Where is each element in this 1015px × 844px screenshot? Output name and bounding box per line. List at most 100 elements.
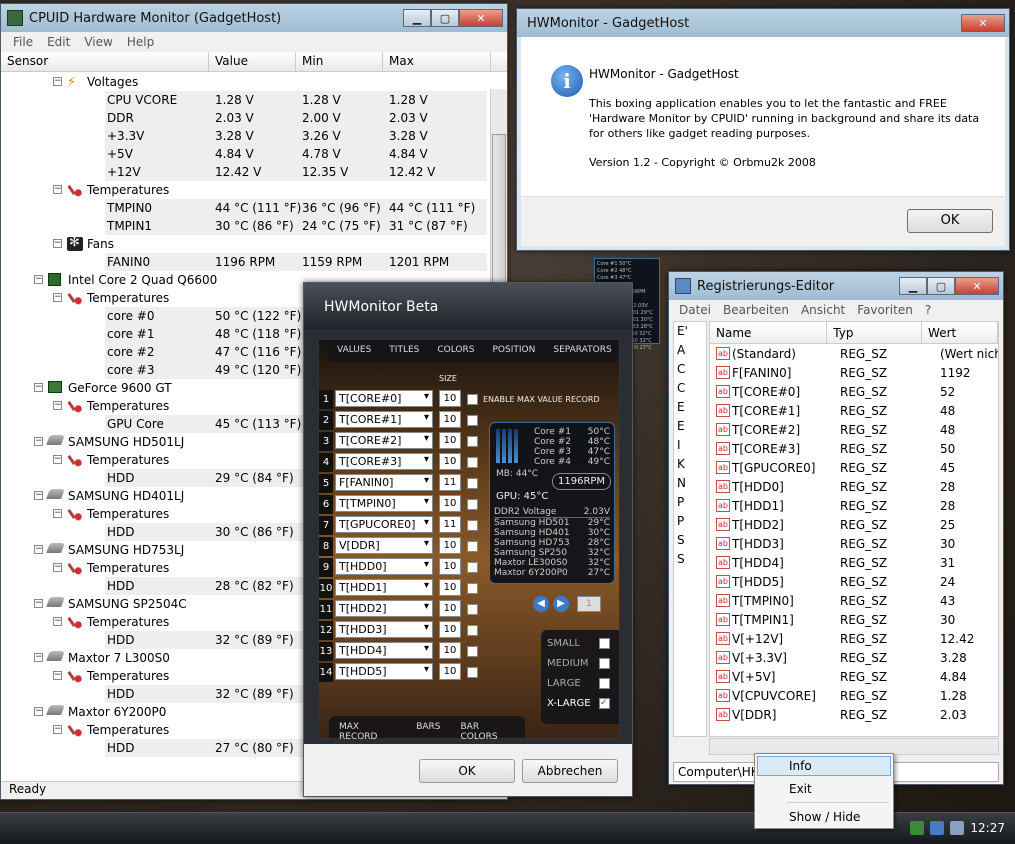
collapse-toggle-icon[interactable]: −: [53, 563, 62, 572]
sensor-select[interactable]: F[FANIN0]: [335, 474, 433, 491]
registry-value-row[interactable]: ab T[GPUCORE0] REG_SZ 45: [710, 458, 955, 477]
reg-tree-item[interactable]: A: [677, 343, 685, 357]
registry-value-row[interactable]: ab V[+12V] REG_SZ 12.42: [710, 629, 974, 648]
row-checkbox[interactable]: [467, 478, 478, 489]
sensor-row[interactable]: TMPIN0 44 °C (111 °F) 36 °C (96 °F) 44 °C (…: [1, 199, 491, 217]
prev-arrow-icon[interactable]: ◀: [533, 596, 549, 612]
size-field[interactable]: 10: [439, 495, 461, 512]
collapse-toggle-icon[interactable]: −: [53, 509, 62, 518]
registry-value-row[interactable]: ab T[CORE#1] REG_SZ 48: [710, 401, 955, 420]
reg-close-button[interactable]: ✕: [955, 277, 999, 295]
registry-value-row[interactable]: ab T[CORE#2] REG_SZ 48: [710, 420, 955, 439]
sensor-select[interactable]: T[HDD4]: [335, 642, 433, 659]
collapse-toggle-icon[interactable]: −: [34, 599, 43, 608]
reg-col-value[interactable]: Wert: [922, 322, 998, 343]
reg-tree-item[interactable]: P: [677, 514, 684, 528]
sensor-select[interactable]: T[GPUCORE0]: [335, 516, 433, 533]
size-option-checkbox[interactable]: ✓: [599, 698, 610, 709]
registry-value-row[interactable]: ab V[CPUVCORE] REG_SZ 1.28: [710, 686, 967, 705]
size-field[interactable]: 10: [439, 453, 461, 470]
size-field[interactable]: 10: [439, 411, 461, 428]
registry-value-row[interactable]: ab V[+5V] REG_SZ 4.84: [710, 667, 967, 686]
row-checkbox[interactable]: [467, 604, 478, 615]
size-field[interactable]: 10: [439, 642, 461, 659]
sensor-select[interactable]: V[DDR]: [335, 537, 433, 554]
col-min[interactable]: Min: [296, 52, 383, 71]
beta-tab[interactable]: POSITION: [493, 345, 536, 357]
registry-value-row[interactable]: ab V[DDR] REG_SZ 2.03: [710, 705, 967, 724]
collapse-toggle-icon[interactable]: −: [34, 437, 43, 446]
reg-tree-item[interactable]: I: [677, 438, 681, 452]
registry-tree-pane[interactable]: E' A C C E E I K N P P S S: [673, 321, 707, 737]
close-button[interactable]: ✕: [459, 9, 503, 27]
sensor-select[interactable]: T[HDD3]: [335, 621, 433, 638]
registry-value-row[interactable]: ab T[CORE#3] REG_SZ 50: [710, 439, 955, 458]
reg-tree-item[interactable]: N: [677, 476, 686, 490]
tray-network-icon[interactable]: [930, 821, 945, 835]
size-option-checkbox[interactable]: [599, 678, 610, 689]
sensor-row[interactable]: TMPIN1 30 °C (86 °F) 24 °C (75 °F) 31 °C (8…: [1, 217, 491, 235]
about-close-button[interactable]: ✕: [961, 14, 1005, 32]
collapse-toggle-icon[interactable]: −: [53, 725, 62, 734]
tray-volume-icon[interactable]: [950, 821, 965, 835]
reg-minimize-button[interactable]: ▁: [899, 277, 927, 295]
row-checkbox[interactable]: [467, 415, 478, 426]
registry-value-row[interactable]: ab T[HDD5] REG_SZ 24: [710, 572, 955, 591]
collapse-toggle-icon[interactable]: −: [53, 401, 62, 410]
registry-value-row[interactable]: ab F[FANIN0] REG_SZ 1192: [710, 363, 971, 382]
next-arrow-icon[interactable]: ▶: [553, 596, 569, 612]
menu-edit[interactable]: Edit: [47, 35, 70, 49]
menu-item-show-hide[interactable]: Show / Hide: [789, 810, 860, 824]
sensor-select[interactable]: T[CORE#0]: [335, 390, 433, 407]
menu-view[interactable]: View: [84, 35, 112, 49]
reg-col-name[interactable]: Name: [710, 322, 828, 343]
collapse-toggle-icon[interactable]: −: [34, 491, 43, 500]
collapse-toggle-icon[interactable]: −: [34, 383, 43, 392]
beta-bottom-tab[interactable]: BARS: [416, 722, 440, 732]
minimize-button[interactable]: ▁: [403, 9, 431, 27]
size-field[interactable]: 10: [439, 621, 461, 638]
size-field[interactable]: 10: [439, 579, 461, 596]
registry-value-row[interactable]: ab T[HDD2] REG_SZ 25: [710, 515, 955, 534]
registry-value-row[interactable]: ab T[HDD0] REG_SZ 28: [710, 477, 955, 496]
collapse-toggle-icon[interactable]: −: [34, 707, 43, 716]
registry-value-row[interactable]: ab T[HDD4] REG_SZ 31: [710, 553, 955, 572]
row-checkbox[interactable]: [467, 394, 478, 405]
beta-tab[interactable]: TITLES: [389, 345, 419, 357]
row-checkbox[interactable]: [467, 562, 478, 573]
size-field[interactable]: 10: [439, 600, 461, 617]
tree-group-row[interactable]: − Fans: [1, 235, 491, 253]
registry-value-row[interactable]: ab V[+3.3V] REG_SZ 3.28: [710, 648, 967, 667]
sensor-row[interactable]: +12V 12.42 V 12.35 V 12.42 V: [1, 163, 491, 181]
collapse-toggle-icon[interactable]: −: [53, 671, 62, 680]
reg-menu-item[interactable]: Datei: [679, 303, 711, 317]
size-field[interactable]: 10: [439, 537, 461, 554]
registry-value-row[interactable]: ab T[TMPIN0] REG_SZ 43: [710, 591, 955, 610]
about-titlebar[interactable]: HWMonitor - GadgetHost ✕: [517, 9, 1009, 37]
reg-tree-item[interactable]: S: [677, 533, 685, 547]
row-checkbox[interactable]: [467, 541, 478, 552]
menu-help[interactable]: Help: [127, 35, 154, 49]
size-option-checkbox[interactable]: [599, 658, 610, 669]
reg-menu-item[interactable]: Bearbeiten: [723, 303, 789, 317]
reg-col-type[interactable]: Typ: [827, 322, 923, 343]
size-field[interactable]: 10: [439, 663, 461, 680]
reg-menu-item[interactable]: ?: [925, 303, 931, 317]
row-checkbox[interactable]: [467, 646, 478, 657]
reg-tree-item[interactable]: P: [677, 495, 684, 509]
size-field[interactable]: 11: [439, 516, 461, 533]
col-max[interactable]: Max: [383, 52, 491, 71]
size-field[interactable]: 10: [439, 558, 461, 575]
menu-item-info[interactable]: Info: [789, 759, 812, 773]
page-field[interactable]: 1: [577, 596, 601, 612]
collapse-toggle-icon[interactable]: −: [53, 185, 62, 194]
col-sensor[interactable]: Sensor: [1, 52, 209, 71]
reg-tree-item[interactable]: C: [677, 381, 685, 395]
sensor-row[interactable]: +3.3V 3.28 V 3.26 V 3.28 V: [1, 127, 491, 145]
sensor-select[interactable]: T[HDD5]: [335, 663, 433, 680]
collapse-toggle-icon[interactable]: −: [34, 545, 43, 554]
beta-tab[interactable]: COLORS: [437, 345, 474, 357]
registry-value-row[interactable]: ab(Standard) REG_SZ (Wert nicht: [710, 344, 998, 363]
row-checkbox[interactable]: [467, 436, 478, 447]
tray-hwmonitor-icon[interactable]: [910, 821, 925, 835]
